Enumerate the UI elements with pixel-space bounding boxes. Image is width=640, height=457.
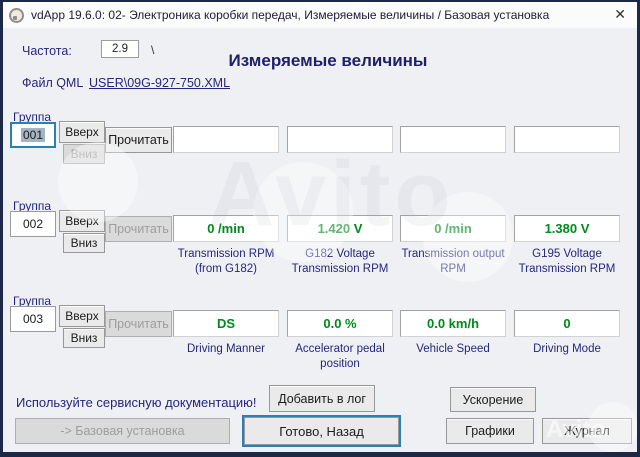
measure-label: G195 Voltage Transmission RPM (518, 248, 616, 275)
spinner-glyph: \ (151, 43, 155, 57)
measure-label: Driving Mode (533, 343, 601, 355)
measure-value: 0 (514, 310, 620, 337)
measure-value (514, 126, 620, 153)
file-qml-label: Файл QML (22, 76, 84, 90)
title-bar: vdApp 19.6.0: 02- Электроника коробки пе… (3, 2, 637, 28)
down-button[interactable]: Вниз (63, 233, 105, 253)
basic-setting-button: -> Базовая установка (15, 418, 230, 444)
measure-label: G182 Voltage Transmission RPM (291, 248, 389, 275)
file-qml-link[interactable]: USER\09G-927-750.XML (89, 76, 230, 90)
measure-label: Transmission output RPM (401, 248, 505, 275)
measure-value (400, 126, 506, 153)
measure-label: Accelerator pedal position (295, 343, 385, 370)
group-row-001: Группа 001 Вверх Вниз Прочитать (3, 110, 637, 198)
app-icon (9, 7, 24, 23)
read-button[interactable]: Прочитать (105, 127, 172, 153)
measure-value: 0 /min (400, 215, 506, 242)
measure-value (287, 126, 393, 153)
frequency-label: Частота: (22, 44, 72, 58)
acceleration-button[interactable]: Ускорение (450, 387, 536, 412)
measure-value: DS (173, 310, 279, 337)
up-button[interactable]: Вверх (59, 210, 105, 232)
frequency-input[interactable] (101, 40, 139, 58)
group-number-input[interactable]: 003 (10, 306, 56, 332)
measure-label: Driving Manner (187, 343, 265, 355)
measure-label: Vehicle Speed (416, 343, 490, 355)
close-icon[interactable]: ✕ (614, 6, 626, 22)
page-title: Измеряемые величины (228, 51, 428, 70)
done-back-button[interactable]: Готово, Назад (244, 417, 399, 445)
down-button: Вниз (63, 144, 105, 164)
group-number-value: 002 (22, 217, 44, 231)
add-to-log-button[interactable]: Добавить в лог (269, 385, 375, 412)
group-row-003: Группа 003 Вверх Вниз Прочитать DS 0.0 %… (3, 294, 637, 382)
app-window: vdApp 19.6.0: 02- Электроника коробки пе… (0, 0, 640, 457)
journal-button[interactable]: Журнал (542, 418, 632, 444)
measure-value: 0.0 km/h (400, 310, 506, 337)
group-number-value: 001 (20, 128, 46, 142)
group-row-002: Группа 002 Вверх Вниз Прочитать 0 /min 1… (3, 199, 637, 287)
measure-value: 1.420 V (287, 215, 393, 242)
group-number-input[interactable]: 002 (10, 211, 56, 237)
read-button: Прочитать (105, 216, 172, 242)
group-number-input[interactable]: 001 (10, 122, 56, 148)
measure-value: 0.0 % (287, 310, 393, 337)
read-button: Прочитать (105, 311, 172, 337)
service-doc-notice: Используйте сервисную документацию! (16, 395, 257, 410)
down-button[interactable]: Вниз (63, 328, 105, 348)
group-number-value: 003 (22, 312, 44, 326)
measure-value: 0 /min (173, 215, 279, 242)
up-button[interactable]: Вверх (59, 121, 105, 143)
measure-value (173, 126, 279, 153)
graphs-button[interactable]: Графики (446, 418, 534, 444)
window-title: vdApp 19.6.0: 02- Электроника коробки пе… (31, 8, 550, 22)
measure-label: Transmission RPM (from G182) (177, 248, 275, 275)
measure-value: 1.380 V (514, 215, 620, 242)
up-button[interactable]: Вверх (59, 305, 105, 327)
